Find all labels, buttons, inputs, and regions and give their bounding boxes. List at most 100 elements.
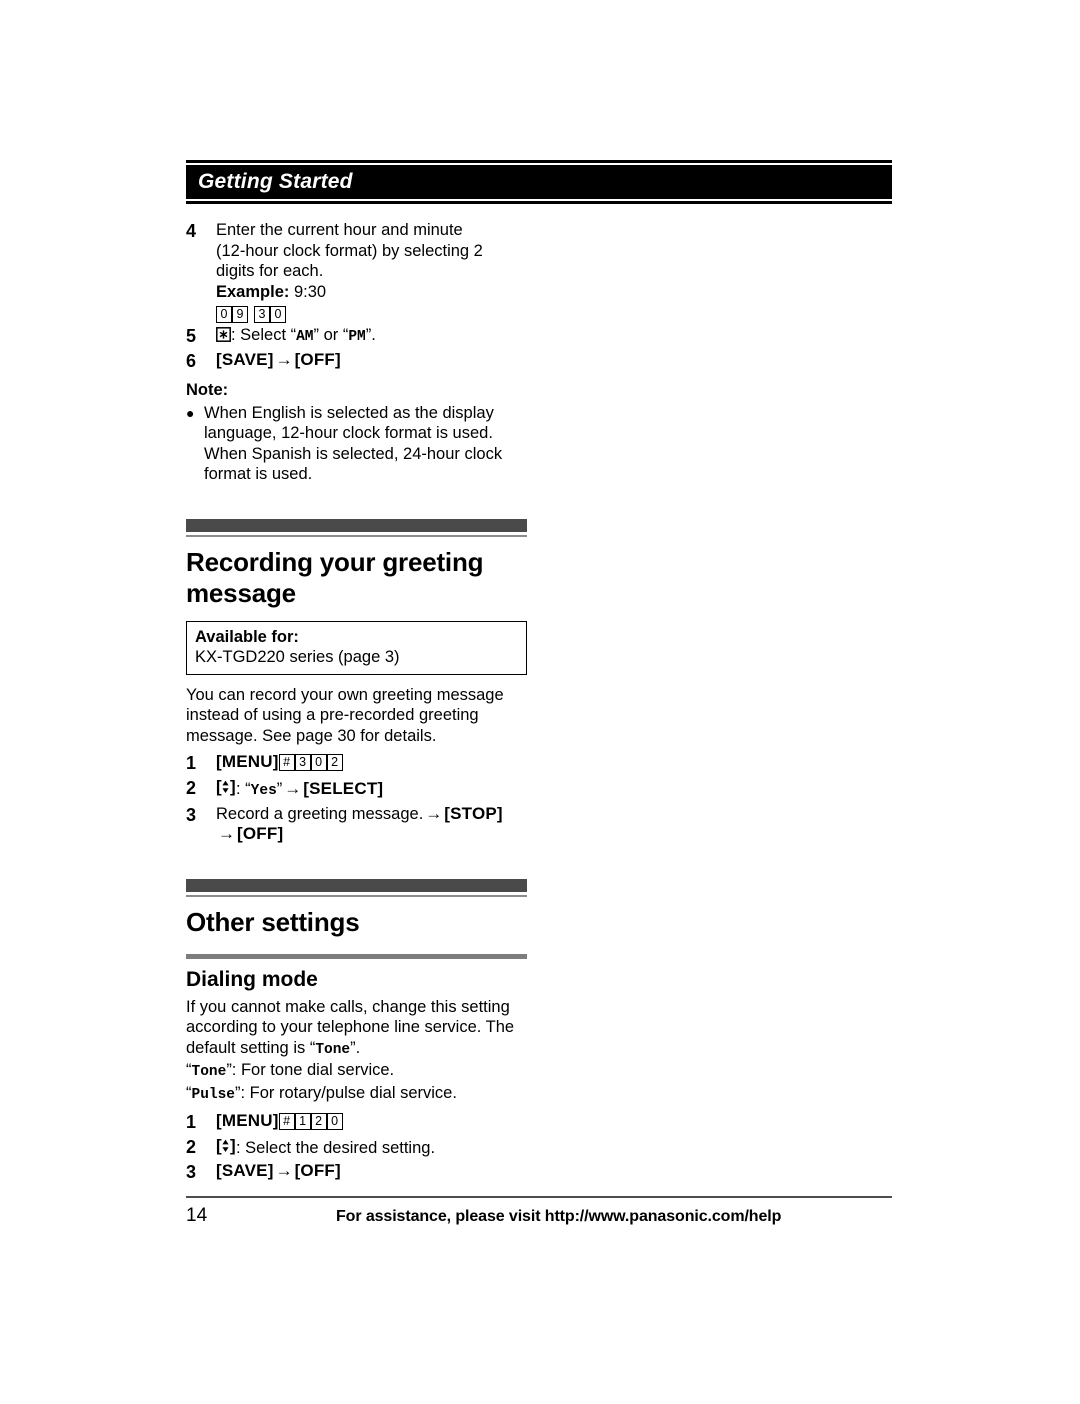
arrow-icon: → [218,824,235,843]
example-label: Example: [216,282,290,301]
example-key-sequence: 0930 [216,305,531,323]
select-key-label: [SELECT] [303,779,384,798]
option-am: AM [296,328,314,345]
section-other-settings: Other settings Dialing mode If you canno… [186,878,531,1185]
step-item: 3 Record a greeting message. → [STOP] → [OF… [186,804,531,845]
svg-text:[: [ [216,778,222,796]
available-for-models: KX-TGD220 series (page 3) [195,647,400,666]
digit-key-icon: 9 [232,305,248,323]
step-text: : “ [236,780,251,798]
digit-key-icon: 0 [326,1113,343,1130]
content-column: Getting Started 4 Enter the current hour… [186,160,894,1186]
note-line: format is used. [204,465,313,483]
step-text: : Select the desired setting. [236,1139,436,1157]
pulse-description: ”: For rotary/pulse dial service. [235,1083,457,1102]
default-setting-suffix: ”. [350,1038,361,1057]
step-content: [SAVE] → [OFF] [216,1161,531,1182]
paragraph-line: instead of using a pre-recorded greeting [186,706,479,724]
display-value-yes: Yes [250,783,277,799]
digit-key-icon: 3 [254,305,270,323]
page-footer: 14 For assistance, please visit http://w… [186,1196,892,1227]
step-content: : Select “AM” or “PM”. [216,325,531,348]
paragraph-line: “Tone”: For tone dial service. [186,1060,531,1083]
step-content: [MENU] #3 0 2 [216,752,531,773]
footer-rule [186,1196,892,1198]
step-number: 1 [186,753,197,773]
step-item: 4 Enter the current hour and minute (12-… [186,220,531,323]
off-key-label: [OFF] [237,824,284,843]
tone-description: ”: For tone dial service. [226,1061,395,1079]
arrow-icon: → [275,349,293,369]
paragraph-line: default setting is “Tone”. [186,1038,531,1061]
hash-key-icon: # [278,1113,295,1130]
step-content: Enter the current hour and minute (12-ho… [216,220,531,323]
example-value: 9:30 [293,282,327,301]
tone-value: Tone [191,1064,227,1080]
arrow-icon: → [425,803,443,823]
greeting-steps-group: 1 [MENU] #3 0 2 2 []: “Yes” → [SELECT]… [186,752,531,845]
arrow-icon: → [275,1161,293,1180]
step-number: 2 [186,1137,197,1157]
navigator-up-down-key-icon: [ ] [216,1137,236,1155]
step-line: (12-hour clock format) by selecting 2 [216,241,483,260]
step-text: : Select “ [231,325,297,344]
step-line: digits for each. [216,262,324,280]
step-item: 3 [SAVE] → [OFF] [186,1161,531,1184]
step-item: 1 [MENU] #3 0 2 [186,752,531,775]
page-number: 14 [186,1205,208,1226]
svg-text:]: ] [230,778,236,796]
digit-key-icon: 0 [310,754,327,771]
section-bar [186,878,527,892]
step-item: 5 : Select “AM” or “PM”. [186,325,531,348]
digit-key-icon: 2 [310,1113,327,1130]
step-number: 5 [186,325,197,346]
step-content: [ ] : “Yes” → [SELECT] [216,777,531,802]
digit-key-icon: 0 [270,305,286,323]
paragraph-line: You can record your own greeting message [186,685,504,704]
subsection-title: Dialing mode [186,967,318,991]
running-head-title: Getting Started [198,170,353,193]
section-title: Recording your greeting message [186,546,484,608]
step-text: ”. [365,325,376,344]
default-setting-value: Tone [315,1041,351,1058]
off-key-label: [OFF] [294,1161,341,1180]
section-title: Other settings [186,906,360,937]
asterisk-key-icon [216,326,231,342]
off-key-label: [OFF] [294,349,341,369]
svg-text:]: ] [230,1137,236,1155]
step-number: 4 [186,221,197,241]
step-item: 2 [ ] : “Yes” → [SELECT] [186,777,531,802]
running-head: Getting Started [186,160,892,204]
subsection-rule [186,953,527,959]
bullet-dot-icon: ● [186,404,195,421]
digit-key-icon: 1 [294,1113,311,1130]
step-item: 1 [MENU] #1 2 0 [186,1111,531,1134]
navigator-up-down-key-icon: [ ] [216,778,236,796]
note-line: When English is selected as the display [204,403,494,422]
step-text: Record a greeting message. [216,804,424,823]
note-heading: Note: [186,380,229,399]
step-text: ” or “ [313,325,349,344]
svg-text:[: [ [216,1137,222,1155]
step-number: 2 [186,778,197,798]
menu-key-label: [MENU] [216,1111,279,1130]
subsection-intro-paragraph: If you cannot make calls, change this se… [186,997,531,1106]
step-content: Record a greeting message. → [STOP] → [OFF] [216,804,531,845]
option-pm: PM [348,328,366,345]
paragraph-line: message. See page 30 for details. [186,726,437,745]
running-head-bottom-rule [186,199,892,204]
example-line: Example: 9:30 [216,282,531,303]
digit-key-icon: 2 [326,754,343,771]
note-bullet-text: When English is selected as the display … [204,403,531,485]
running-head-bar: Getting Started [186,165,892,199]
save-key-label: [SAVE] [216,1161,274,1180]
stop-key-label: [STOP] [444,803,503,823]
step-content: [MENU] #1 2 0 [216,1111,531,1132]
assistance-note: For assistance, please visit http://www.… [336,1208,782,1225]
step-line: Enter the current hour and minute [216,221,463,239]
paragraph-line: If you cannot make calls, change this se… [186,997,510,1016]
note-line: When Spanish is selected, 24-hour clock [204,444,503,463]
section-bar-underline [186,894,527,897]
step-number: 3 [186,804,197,825]
note-bullet-item: ● When English is selected as the displa… [186,403,531,485]
